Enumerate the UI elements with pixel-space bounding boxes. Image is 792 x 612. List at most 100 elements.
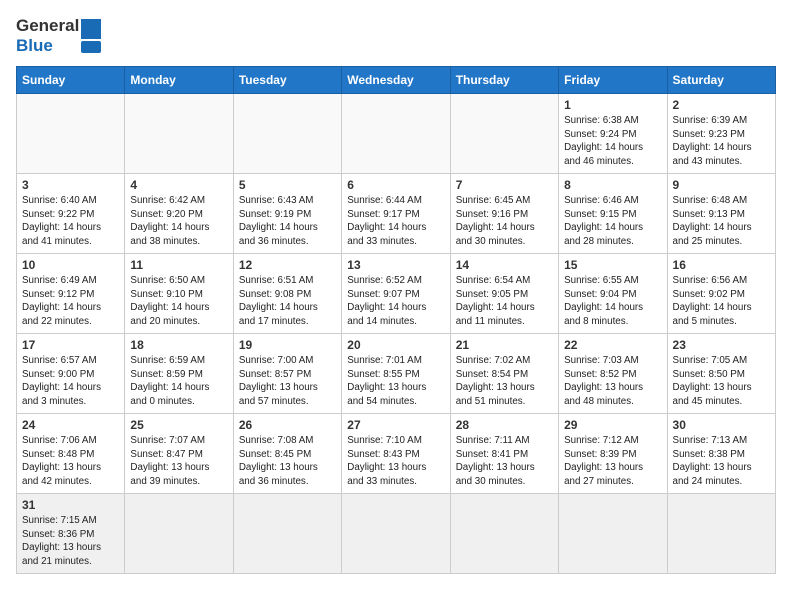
day-info: Sunrise: 7:11 AM Sunset: 8:41 PM Dayligh… <box>456 434 553 489</box>
day-info: Sunrise: 6:39 AM Sunset: 9:23 PM Dayligh… <box>673 114 770 169</box>
day-info: Sunrise: 7:08 AM Sunset: 8:45 PM Dayligh… <box>239 434 336 489</box>
day-info: Sunrise: 7:00 AM Sunset: 8:57 PM Dayligh… <box>239 354 336 409</box>
calendar-cell: 14 Sunrise: 6:54 AM Sunset: 9:05 PM Dayli… <box>450 254 558 334</box>
day-number: 22 <box>564 338 661 352</box>
day-info: Sunrise: 7:01 AM Sunset: 8:55 PM Dayligh… <box>347 354 444 409</box>
day-info: Sunrise: 6:40 AM Sunset: 9:22 PM Dayligh… <box>22 194 119 249</box>
calendar-cell: 2 Sunrise: 6:39 AM Sunset: 9:23 PM Daylig… <box>667 94 775 174</box>
day-info: Sunrise: 7:02 AM Sunset: 8:54 PM Dayligh… <box>456 354 553 409</box>
day-number: 4 <box>130 178 227 192</box>
day-number: 13 <box>347 258 444 272</box>
day-number: 9 <box>673 178 770 192</box>
calendar-cell <box>125 494 233 574</box>
calendar-cell: 1 Sunrise: 6:38 AM Sunset: 9:24 PM Daylig… <box>559 94 667 174</box>
logo: General Blue <box>16 16 101 56</box>
day-number: 17 <box>22 338 119 352</box>
calendar-cell: 4Sunrise: 6:42 AM Sunset: 9:20 PM Daylig… <box>125 174 233 254</box>
calendar-cell: 26 Sunrise: 7:08 AM Sunset: 8:45 PM Dayli… <box>233 414 341 494</box>
calendar-cell: 15 Sunrise: 6:55 AM Sunset: 9:04 PM Dayli… <box>559 254 667 334</box>
day-info: Sunrise: 6:57 AM Sunset: 9:00 PM Dayligh… <box>22 354 119 409</box>
calendar-cell <box>342 94 450 174</box>
day-number: 26 <box>239 418 336 432</box>
weekday-header: Wednesday <box>342 67 450 94</box>
day-number: 19 <box>239 338 336 352</box>
day-number: 2 <box>673 98 770 112</box>
day-info: Sunrise: 6:44 AM Sunset: 9:17 PM Dayligh… <box>347 194 444 249</box>
calendar-cell <box>17 94 125 174</box>
day-number: 28 <box>456 418 553 432</box>
calendar-table: SundayMondayTuesdayWednesdayThursdayFrid… <box>16 66 776 574</box>
day-info: Sunrise: 6:38 AM Sunset: 9:24 PM Dayligh… <box>564 114 661 169</box>
calendar-cell: 11 Sunrise: 6:50 AM Sunset: 9:10 PM Dayli… <box>125 254 233 334</box>
calendar-cell <box>667 494 775 574</box>
calendar-cell: 7 Sunrise: 6:45 AM Sunset: 9:16 PM Daylig… <box>450 174 558 254</box>
day-number: 18 <box>130 338 227 352</box>
day-info: Sunrise: 6:52 AM Sunset: 9:07 PM Dayligh… <box>347 274 444 329</box>
calendar-cell: 27Sunrise: 7:10 AM Sunset: 8:43 PM Dayli… <box>342 414 450 494</box>
day-number: 8 <box>564 178 661 192</box>
calendar-cell: 25Sunrise: 7:07 AM Sunset: 8:47 PM Dayli… <box>125 414 233 494</box>
day-info: Sunrise: 6:59 AM Sunset: 8:59 PM Dayligh… <box>130 354 227 409</box>
day-number: 30 <box>673 418 770 432</box>
weekday-header: Monday <box>125 67 233 94</box>
day-info: Sunrise: 6:54 AM Sunset: 9:05 PM Dayligh… <box>456 274 553 329</box>
calendar-cell: 24Sunrise: 7:06 AM Sunset: 8:48 PM Dayli… <box>17 414 125 494</box>
day-info: Sunrise: 7:05 AM Sunset: 8:50 PM Dayligh… <box>673 354 770 409</box>
calendar-cell <box>450 94 558 174</box>
day-number: 16 <box>673 258 770 272</box>
day-info: Sunrise: 7:13 AM Sunset: 8:38 PM Dayligh… <box>673 434 770 489</box>
calendar-cell: 30 Sunrise: 7:13 AM Sunset: 8:38 PM Dayli… <box>667 414 775 494</box>
day-info: Sunrise: 6:46 AM Sunset: 9:15 PM Dayligh… <box>564 194 661 249</box>
day-number: 29 <box>564 418 661 432</box>
day-info: Sunrise: 7:12 AM Sunset: 8:39 PM Dayligh… <box>564 434 661 489</box>
calendar-cell: 23Sunrise: 7:05 AM Sunset: 8:50 PM Dayli… <box>667 334 775 414</box>
calendar-cell: 22 Sunrise: 7:03 AM Sunset: 8:52 PM Dayli… <box>559 334 667 414</box>
day-number: 15 <box>564 258 661 272</box>
calendar-cell <box>450 494 558 574</box>
day-info: Sunrise: 6:48 AM Sunset: 9:13 PM Dayligh… <box>673 194 770 249</box>
day-info: Sunrise: 6:56 AM Sunset: 9:02 PM Dayligh… <box>673 274 770 329</box>
weekday-header: Sunday <box>17 67 125 94</box>
day-info: Sunrise: 6:55 AM Sunset: 9:04 PM Dayligh… <box>564 274 661 329</box>
calendar-cell: 20Sunrise: 7:01 AM Sunset: 8:55 PM Dayli… <box>342 334 450 414</box>
calendar-cell: 12Sunrise: 6:51 AM Sunset: 9:08 PM Dayli… <box>233 254 341 334</box>
day-number: 7 <box>456 178 553 192</box>
weekday-header: Tuesday <box>233 67 341 94</box>
day-number: 1 <box>564 98 661 112</box>
calendar-cell: 10 Sunrise: 6:49 AM Sunset: 9:12 PM Dayli… <box>17 254 125 334</box>
weekday-header: Friday <box>559 67 667 94</box>
day-number: 21 <box>456 338 553 352</box>
day-info: Sunrise: 6:50 AM Sunset: 9:10 PM Dayligh… <box>130 274 227 329</box>
logo-text: General Blue <box>16 16 79 56</box>
calendar-cell: 19 Sunrise: 7:00 AM Sunset: 8:57 PM Dayli… <box>233 334 341 414</box>
calendar-cell: 21 Sunrise: 7:02 AM Sunset: 8:54 PM Dayli… <box>450 334 558 414</box>
day-info: Sunrise: 7:06 AM Sunset: 8:48 PM Dayligh… <box>22 434 119 489</box>
calendar-cell: 3 Sunrise: 6:40 AM Sunset: 9:22 PM Daylig… <box>17 174 125 254</box>
weekday-header: Thursday <box>450 67 558 94</box>
page-header: General Blue <box>16 16 776 56</box>
day-number: 31 <box>22 498 119 512</box>
calendar-cell <box>342 494 450 574</box>
calendar-cell <box>233 94 341 174</box>
calendar-cell <box>233 494 341 574</box>
calendar-cell <box>125 94 233 174</box>
calendar-cell: 5Sunrise: 6:43 AM Sunset: 9:19 PM Daylig… <box>233 174 341 254</box>
calendar-cell: 18 Sunrise: 6:59 AM Sunset: 8:59 PM Dayli… <box>125 334 233 414</box>
day-info: Sunrise: 6:45 AM Sunset: 9:16 PM Dayligh… <box>456 194 553 249</box>
calendar-header: SundayMondayTuesdayWednesdayThursdayFrid… <box>17 67 776 94</box>
logo-blue: Blue <box>16 36 53 55</box>
day-number: 3 <box>22 178 119 192</box>
logo-general: General <box>16 16 79 35</box>
calendar-cell: 28 Sunrise: 7:11 AM Sunset: 8:41 PM Dayli… <box>450 414 558 494</box>
calendar-cell: 9 Sunrise: 6:48 AM Sunset: 9:13 PM Daylig… <box>667 174 775 254</box>
calendar-cell: 8 Sunrise: 6:46 AM Sunset: 9:15 PM Daylig… <box>559 174 667 254</box>
day-number: 10 <box>22 258 119 272</box>
calendar-cell: 31Sunrise: 7:15 AM Sunset: 8:36 PM Dayli… <box>17 494 125 574</box>
day-number: 25 <box>130 418 227 432</box>
day-number: 14 <box>456 258 553 272</box>
day-number: 6 <box>347 178 444 192</box>
day-info: Sunrise: 7:03 AM Sunset: 8:52 PM Dayligh… <box>564 354 661 409</box>
calendar-cell: 17 Sunrise: 6:57 AM Sunset: 9:00 PM Dayli… <box>17 334 125 414</box>
day-info: Sunrise: 6:49 AM Sunset: 9:12 PM Dayligh… <box>22 274 119 329</box>
day-number: 11 <box>130 258 227 272</box>
